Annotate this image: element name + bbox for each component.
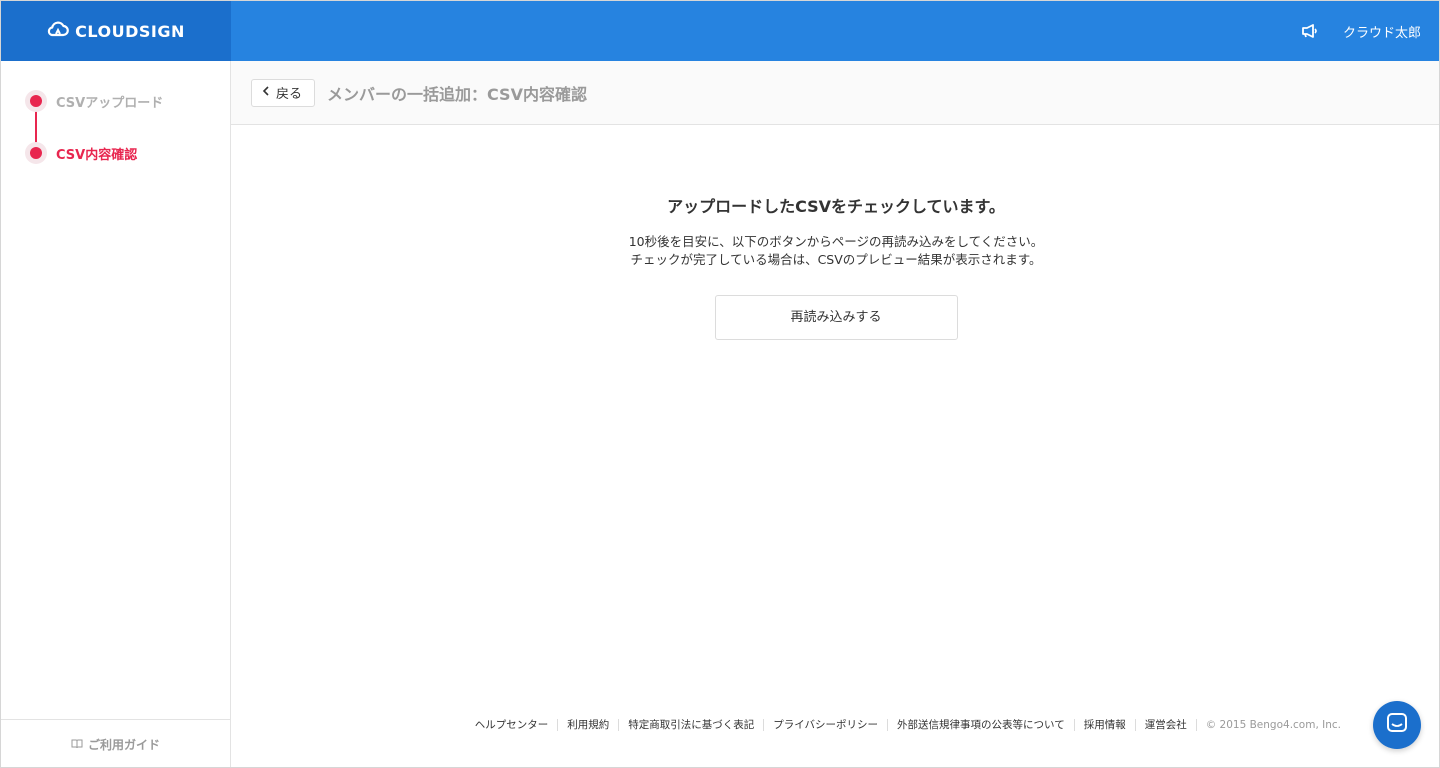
- footer-link-company[interactable]: 運営会社: [1134, 719, 1196, 731]
- footer-link-privacy[interactable]: プライバシーポリシー: [763, 719, 887, 731]
- reload-button[interactable]: 再読み込みする: [714, 295, 958, 340]
- step-label: CSVアップロード: [56, 95, 164, 111]
- footer-link-help[interactable]: ヘルプセンター: [466, 719, 558, 731]
- cloud-logo-icon: [47, 21, 69, 41]
- app-header: CLOUDSIGN クラウド太郎: [1, 1, 1439, 61]
- back-button[interactable]: 戻る: [251, 78, 316, 107]
- usage-guide-link[interactable]: ご利用ガイド: [1, 719, 230, 767]
- page-title: メンバーの一括追加：CSV内容確認: [327, 84, 587, 104]
- check-title: アップロードしたCSVをチェックしています。: [667, 197, 1005, 216]
- logo-text: CLOUDSIGN: [75, 21, 185, 41]
- header-right: クラウド太郎: [1299, 1, 1421, 61]
- guide-label: ご利用ガイド: [87, 738, 160, 752]
- copyright: © 2015 Bengo4.com, Inc.: [1195, 719, 1341, 731]
- logo[interactable]: CLOUDSIGN: [1, 1, 231, 61]
- chat-launcher-button[interactable]: [1373, 701, 1421, 749]
- desc-line: 10秒後を目安に、以下のボタンからページの再読み込みをしてください。: [628, 234, 1044, 249]
- page-header: 戻る メンバーの一括追加：CSV内容確認: [231, 61, 1439, 125]
- step-csv-upload: CSVアップロード: [25, 90, 163, 112]
- footer-link-commercial[interactable]: 特定商取引法に基づく表記: [618, 719, 763, 731]
- footer-link-careers[interactable]: 採用情報: [1073, 719, 1135, 731]
- chevron-left-icon: [262, 85, 270, 100]
- step-dot-icon: [25, 90, 47, 112]
- book-icon: [71, 738, 83, 752]
- footer-link-external[interactable]: 外部送信規律事項の公表等について: [887, 719, 1074, 731]
- footer: ヘルプセンター 利用規約 特定商取引法に基づく表記 プライバシーポリシー 外部送…: [466, 719, 1341, 731]
- chat-icon: [1386, 712, 1408, 738]
- user-name-menu[interactable]: クラウド太郎: [1343, 22, 1421, 41]
- desc-line: チェックが完了している場合は、CSVのプレビュー結果が表示されます。: [630, 252, 1042, 267]
- step-dot-icon: [25, 142, 47, 164]
- app-window: CLOUDSIGN クラウド太郎 CSVアップロード CSV内容確認 ご利用ガイ…: [0, 0, 1440, 768]
- footer-link-terms[interactable]: 利用規約: [557, 719, 618, 731]
- step-csv-review: CSV内容確認: [25, 142, 137, 164]
- back-label: 戻る: [276, 87, 303, 102]
- check-panel: アップロードしたCSVをチェックしています。 10秒後を目安に、以下のボタンから…: [231, 125, 1439, 340]
- step-label: CSV内容確認: [56, 147, 138, 163]
- check-description: 10秒後を目安に、以下のボタンからページの再読み込みをしてください。 チェックが…: [231, 233, 1439, 269]
- sidebar: CSVアップロード CSV内容確認 ご利用ガイド: [1, 61, 231, 767]
- megaphone-icon[interactable]: [1299, 20, 1321, 42]
- main-content: 戻る メンバーの一括追加：CSV内容確認 アップロードしたCSVをチェックしてい…: [231, 61, 1439, 767]
